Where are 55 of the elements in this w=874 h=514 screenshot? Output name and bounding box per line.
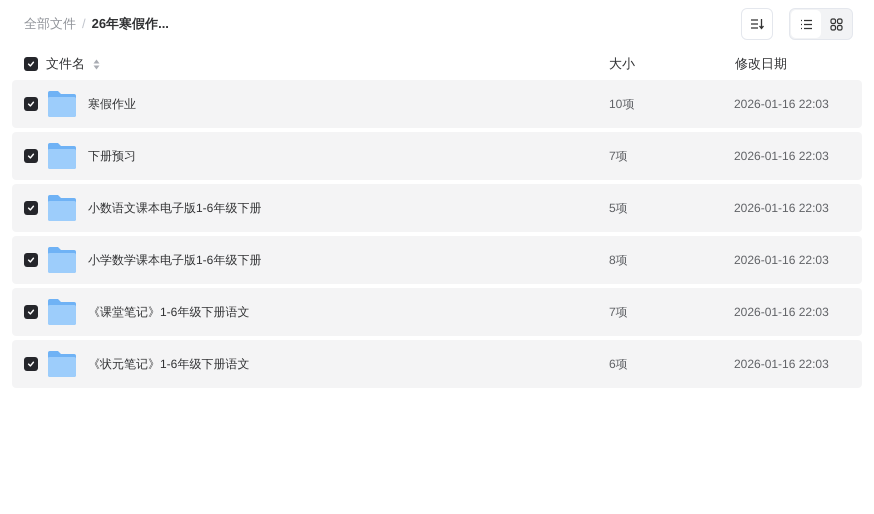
item-count: 6项 [609, 356, 629, 373]
sort-button[interactable] [741, 8, 773, 40]
column-header: 修改日期 [735, 55, 787, 74]
checkbox[interactable] [24, 149, 38, 163]
checkbox[interactable] [24, 201, 38, 215]
breadcrumb-separator: / [82, 15, 86, 34]
modified-date: 2026-01-16 22:03 [734, 252, 829, 269]
item-count: 5项 [609, 200, 629, 217]
file-name: 《课堂笔记》1-6年级下册语文 [88, 304, 250, 321]
modified-date: 2026-01-16 22:03 [734, 200, 829, 217]
modified-date: 2026-01-16 22:03 [734, 148, 829, 165]
file-name: 小数语文课本电子版1-6年级下册 [88, 200, 262, 217]
sort-icon [750, 18, 764, 30]
file-name: 小学数学课本电子版1-6年级下册 [88, 252, 262, 269]
file-row[interactable]: 《状元笔记》1-6年级下册语文 6项 2026-01-16 22:03 [12, 340, 862, 388]
file-row[interactable]: 下册预习 7项 2026-01-16 22:03 [12, 132, 862, 180]
grid-icon [830, 18, 842, 30]
check-icon [27, 100, 35, 108]
check-icon [27, 308, 35, 316]
modified-date: 2026-01-16 22:03 [734, 304, 829, 321]
folder-icon [47, 298, 77, 326]
item-count: 7项 [609, 304, 629, 321]
file-row[interactable]: 小数语文课本电子版1-6年级下册 5项 2026-01-16 22:03 [12, 184, 862, 232]
modified-date: 2026-01-16 22:03 [734, 356, 829, 373]
check-icon [27, 204, 35, 212]
check-icon [27, 152, 35, 160]
breadcrumb-item: 26年寒假作... [92, 15, 169, 34]
item-count: 8项 [609, 252, 629, 269]
checkbox[interactable] [24, 357, 38, 371]
list-view-button[interactable] [791, 10, 821, 38]
file-name: 《状元笔记》1-6年级下册语文 [88, 356, 250, 373]
folder-icon [47, 246, 77, 274]
sort-icon [93, 58, 100, 70]
folder-icon [47, 194, 77, 222]
file-name: 寒假作业 [88, 96, 136, 113]
column-header: 大小 [609, 55, 636, 74]
file-row[interactable]: 《课堂笔记》1-6年级下册语文 7项 2026-01-16 22:03 [12, 288, 862, 336]
checkbox[interactable] [24, 305, 38, 319]
file-row[interactable]: 寒假作业 10项 2026-01-16 22:03 [12, 80, 862, 128]
check-icon [27, 60, 35, 68]
modified-date: 2026-01-16 22:03 [734, 96, 829, 113]
folder-icon [47, 350, 77, 378]
checkbox[interactable] [24, 253, 38, 267]
list-icon [800, 18, 812, 30]
file-row[interactable]: 小学数学课本电子版1-6年级下册 8项 2026-01-16 22:03 [12, 236, 862, 284]
file-name: 下册预习 [88, 148, 136, 165]
folder-icon [47, 90, 77, 118]
item-count: 7项 [609, 148, 629, 165]
check-icon [27, 256, 35, 264]
folder-icon [47, 142, 77, 170]
column-header[interactable]: 文件名 [46, 54, 85, 74]
checkbox[interactable] [24, 57, 38, 71]
check-icon [27, 360, 35, 368]
item-count: 10项 [609, 96, 636, 113]
checkbox[interactable] [24, 97, 38, 111]
